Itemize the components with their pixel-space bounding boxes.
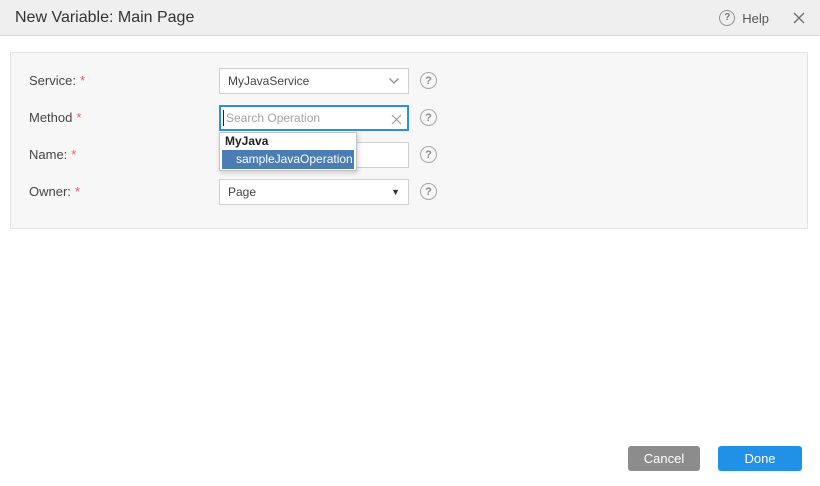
clear-icon[interactable] bbox=[391, 112, 402, 123]
service-label: Service: * bbox=[29, 68, 85, 94]
close-icon[interactable] bbox=[792, 11, 806, 25]
owner-help-icon[interactable]: ? bbox=[420, 183, 437, 200]
service-dropdown[interactable]: MyJavaService bbox=[219, 68, 409, 94]
owner-label-text: Owner: bbox=[29, 184, 71, 199]
name-label: Name: * bbox=[29, 142, 76, 168]
select-arrow-icon: ▼ bbox=[391, 187, 400, 197]
dropdown-group-header: MyJava bbox=[220, 133, 356, 150]
done-button[interactable]: Done bbox=[718, 446, 802, 471]
service-label-text: Service: bbox=[29, 73, 76, 88]
method-search-input[interactable] bbox=[219, 105, 409, 131]
dialog-header: New Variable: Main Page ? Help bbox=[0, 0, 820, 36]
form-panel: Service:* MyJavaService ? Method* ? Nam bbox=[10, 52, 808, 229]
service-field-wrap: MyJavaService bbox=[219, 68, 409, 94]
method-label-text: Method bbox=[29, 110, 72, 125]
method-search-dropdown: MyJava sampleJavaOperation bbox=[219, 132, 357, 171]
method-required-asterisk: * bbox=[76, 110, 81, 125]
dialog-title: New Variable: Main Page bbox=[15, 9, 194, 27]
method-help-icon[interactable]: ? bbox=[420, 109, 437, 126]
help-link[interactable]: Help bbox=[742, 11, 769, 26]
service-required-asterisk: * bbox=[80, 73, 85, 88]
name-required-asterisk: * bbox=[71, 147, 76, 162]
method-label: Method * bbox=[29, 105, 81, 131]
owner-label: Owner: * bbox=[29, 179, 80, 205]
chevron-down-icon bbox=[388, 77, 400, 85]
owner-select[interactable]: Page ▼ bbox=[219, 179, 409, 205]
owner-required-asterisk: * bbox=[75, 184, 80, 199]
owner-select-value: Page bbox=[228, 185, 256, 199]
text-cursor bbox=[223, 110, 224, 126]
owner-field-wrap: Page ▼ bbox=[219, 179, 409, 205]
method-field-wrap bbox=[219, 105, 409, 131]
help-icon[interactable]: ? bbox=[719, 10, 735, 26]
name-label-text: Name: bbox=[29, 147, 67, 162]
header-actions: ? Help bbox=[719, 0, 806, 36]
service-dropdown-value: MyJavaService bbox=[228, 74, 309, 88]
cancel-button[interactable]: Cancel bbox=[628, 446, 700, 471]
name-help-icon[interactable]: ? bbox=[420, 146, 437, 163]
dropdown-item-selected[interactable]: sampleJavaOperation bbox=[222, 150, 354, 169]
service-help-icon[interactable]: ? bbox=[420, 72, 437, 89]
